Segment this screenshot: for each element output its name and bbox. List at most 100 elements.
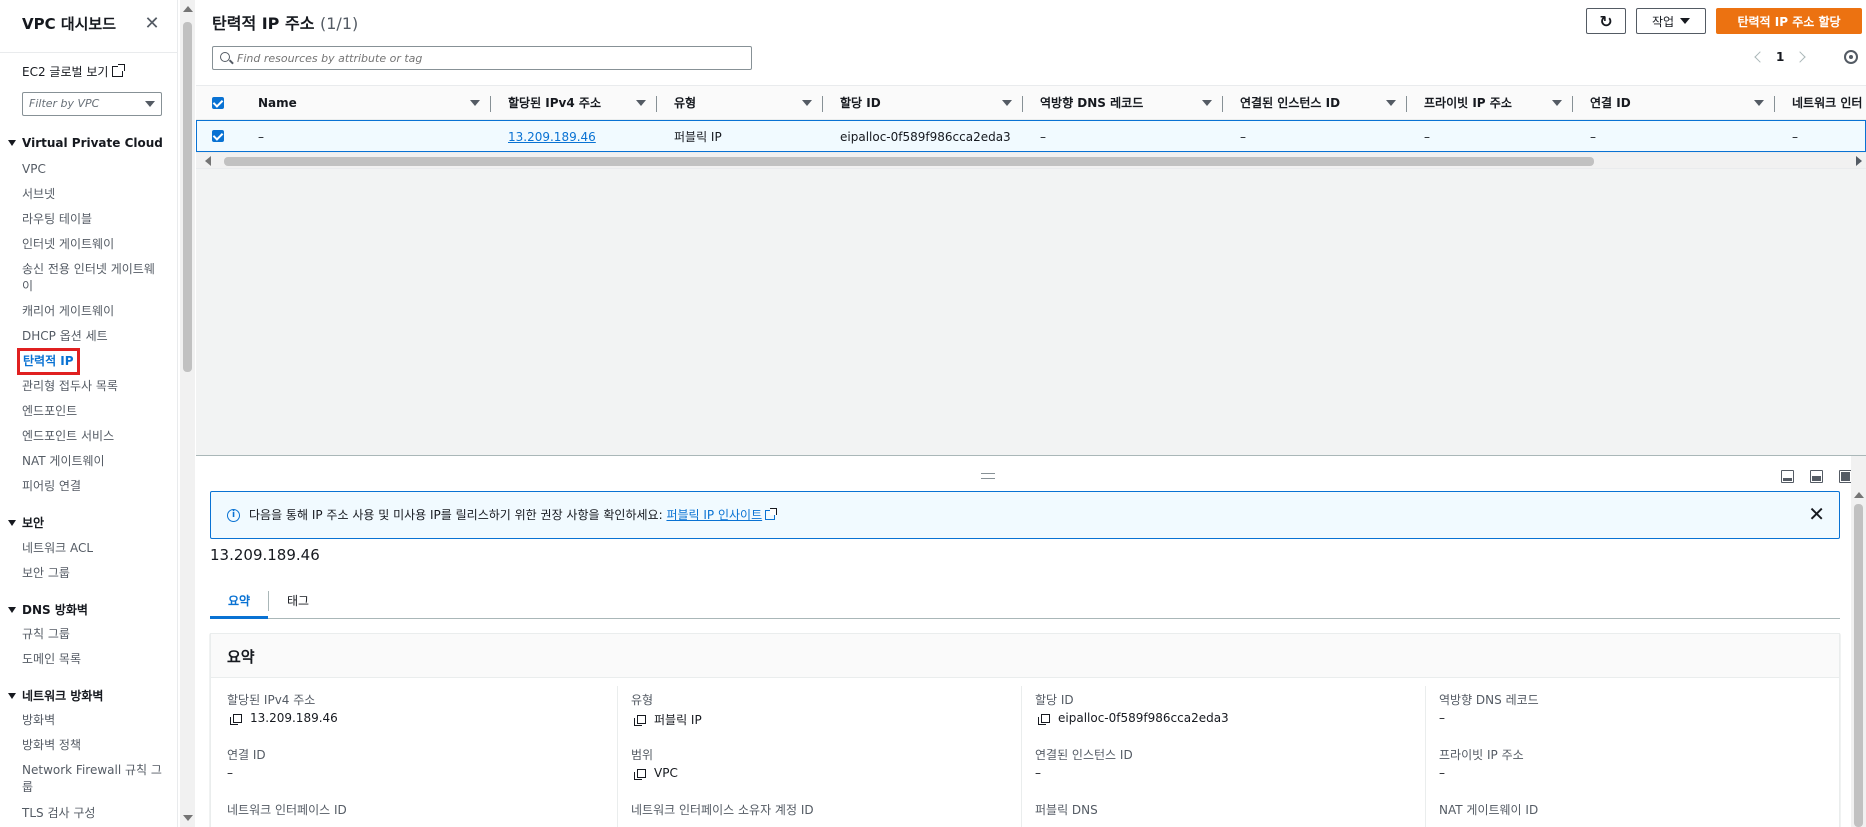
sidebar-item-nfw-rule-groups[interactable]: Network Firewall 규칙 그룹 <box>22 762 162 796</box>
sidebar-item-elastic-ips[interactable]: 탄력적 IP <box>17 348 80 375</box>
section-network-firewall[interactable]: 네트워크 방화벽 <box>8 687 103 704</box>
sidebar-item-carrier-gateways[interactable]: 캐리어 게이트웨이 <box>22 303 162 320</box>
cell-allocated-ipv4-link[interactable]: 13.209.189.46 <box>508 129 596 145</box>
page-number[interactable]: 1 <box>1776 50 1784 64</box>
column-header-private-ip[interactable]: 프라이빗 IP 주소 <box>1424 94 1512 112</box>
chevron-left-icon[interactable] <box>1754 51 1766 63</box>
sort-icon[interactable] <box>1552 100 1562 106</box>
public-ip-insights-link[interactable]: 퍼블릭 IP 인사이트 <box>666 508 778 522</box>
column-separator[interactable] <box>1222 96 1223 112</box>
search-input[interactable] <box>237 49 737 67</box>
section-vpc[interactable]: Virtual Private Cloud <box>8 136 163 150</box>
allocate-elastic-ip-button[interactable]: 탄력적 IP 주소 할당 <box>1716 8 1862 34</box>
sidebar-item-tls-inspection[interactable]: TLS 검사 구성 <box>22 805 162 822</box>
sidebar-item-prefix-lists[interactable]: 관리형 접두사 목록 <box>22 378 162 395</box>
field-label-allocated-ipv4: 할당된 IPv4 주소 <box>227 693 316 707</box>
sidebar-scrollbar[interactable] <box>180 0 195 827</box>
refresh-button[interactable]: ↻ <box>1586 8 1626 34</box>
column-header-name[interactable]: Name <box>258 94 297 112</box>
column-header-reverse-dns[interactable]: 역방향 DNS 레코드 <box>1040 94 1143 112</box>
scroll-up-icon[interactable] <box>183 6 193 12</box>
sort-icon[interactable] <box>1002 100 1012 106</box>
column-header-network-interface[interactable]: 네트워크 인터 <box>1792 94 1866 112</box>
close-icon[interactable]: ✕ <box>1808 502 1825 526</box>
section-dns-firewall[interactable]: DNS 방화벽 <box>8 601 88 618</box>
drag-handle-icon[interactable] <box>981 473 995 479</box>
details-scrollbar[interactable] <box>1851 456 1866 827</box>
caret-down-icon <box>145 101 155 107</box>
sidebar-item-nat-gateways[interactable]: NAT 게이트웨이 <box>22 453 162 470</box>
scroll-thumb[interactable] <box>1854 504 1863 827</box>
column-label: 연결 ID <box>1590 96 1631 110</box>
cell-instance-id: – <box>1240 130 1246 144</box>
sort-icon[interactable] <box>1386 100 1396 106</box>
sidebar-item-network-acl[interactable]: 네트워크 ACL <box>22 540 162 557</box>
copy-icon[interactable] <box>230 713 242 725</box>
column-header-allocation-id[interactable]: 할당 ID <box>840 94 881 112</box>
sort-icon[interactable] <box>470 100 480 106</box>
caret-down-icon <box>8 606 16 613</box>
chevron-right-icon[interactable] <box>1794 51 1807 63</box>
column-separator[interactable] <box>1774 96 1775 112</box>
copy-icon[interactable] <box>1038 713 1050 725</box>
close-icon[interactable]: ✕ <box>142 12 162 36</box>
column-separator[interactable] <box>1022 96 1023 112</box>
sidebar-item-endpoints[interactable]: 엔드포인트 <box>22 403 162 420</box>
sort-icon[interactable] <box>802 100 812 106</box>
caret-down-icon <box>8 519 16 526</box>
banner-text: 다음을 통해 IP 주소 사용 및 미사용 IP를 릴리스하기 위한 권장 사항… <box>249 507 778 523</box>
scroll-thumb[interactable] <box>224 157 1594 166</box>
row-checkbox[interactable] <box>212 130 224 142</box>
sidebar-item-security-groups[interactable]: 보안 그룹 <box>22 565 162 582</box>
sort-icon[interactable] <box>636 100 646 106</box>
value-text: 퍼블릭 IP <box>654 713 702 727</box>
column-separator[interactable] <box>1406 96 1407 112</box>
sort-icon[interactable] <box>1754 100 1764 106</box>
select-all-checkbox[interactable] <box>212 97 224 109</box>
sidebar-title[interactable]: VPC 대시보드 <box>22 12 162 36</box>
sidebar-item-subnets[interactable]: 서브넷 <box>22 186 162 203</box>
sidebar-item-dhcp-options[interactable]: DHCP 옵션 세트 <box>22 328 162 345</box>
horizontal-scrollbar[interactable] <box>196 152 1866 169</box>
scroll-down-icon[interactable] <box>183 815 193 821</box>
field-label-reverse-dns: 역방향 DNS 레코드 <box>1439 693 1539 707</box>
scroll-up-icon[interactable] <box>1854 492 1864 498</box>
column-header-association-id[interactable]: 연결 ID <box>1590 94 1631 112</box>
sidebar-item-internet-gateways[interactable]: 인터넷 게이트웨이 <box>22 236 162 253</box>
column-header-instance-id[interactable]: 연결된 인스턴스 ID <box>1240 94 1340 112</box>
filter-by-vpc-select[interactable]: Filter by VPC <box>22 92 162 116</box>
column-header-type[interactable]: 유형 <box>674 94 696 112</box>
copy-icon[interactable] <box>634 768 646 780</box>
column-separator[interactable] <box>656 96 657 112</box>
column-separator[interactable] <box>1572 96 1573 112</box>
tab-summary[interactable]: 요약 <box>210 583 269 619</box>
sidebar-item-rule-groups[interactable]: 규칙 그룹 <box>22 626 162 643</box>
scroll-left-icon[interactable] <box>205 156 211 166</box>
copy-icon[interactable] <box>634 715 646 726</box>
sidebar-item-egress-only-igw[interactable]: 송신 전용 인터넷 게이트웨이 <box>22 261 162 295</box>
sidebar-item-firewall-policies[interactable]: 방화벽 정책 <box>22 737 162 754</box>
scroll-thumb[interactable] <box>183 22 192 372</box>
value-text: VPC <box>654 766 678 780</box>
sidebar-item-domain-lists[interactable]: 도메인 목록 <box>22 651 162 668</box>
section-title: 네트워크 방화벽 <box>22 689 104 703</box>
sidebar-item-route-tables[interactable]: 라우팅 테이블 <box>22 211 162 228</box>
ec2-global-view-link[interactable]: EC2 글로벌 보기 <box>22 63 126 80</box>
value-text: 13.209.189.46 <box>250 711 338 725</box>
column-header-allocated-ipv4[interactable]: 할당된 IPv4 주소 <box>508 94 601 112</box>
panel-side-icon[interactable] <box>1810 470 1823 483</box>
tab-tags[interactable]: 태그 <box>269 583 327 619</box>
column-separator[interactable] <box>822 96 823 112</box>
sidebar-item-peering[interactable]: 피어링 연결 <box>22 478 162 495</box>
sidebar-item-firewalls[interactable]: 방화벽 <box>22 712 162 729</box>
sidebar-item-endpoint-services[interactable]: 엔드포인트 서비스 <box>22 428 162 445</box>
table-row[interactable]: – 13.209.189.46 퍼블릭 IP eipalloc-0f589f98… <box>196 120 1866 152</box>
panel-bottom-icon[interactable] <box>1781 470 1794 483</box>
sidebar-item-vpc[interactable]: VPC <box>22 161 162 178</box>
actions-dropdown-button[interactable]: 작업 <box>1636 8 1706 34</box>
column-separator[interactable] <box>490 96 491 112</box>
section-security[interactable]: 보안 <box>8 514 44 531</box>
scroll-right-icon[interactable] <box>1856 156 1862 166</box>
sort-icon[interactable] <box>1202 100 1212 106</box>
gear-icon[interactable] <box>1844 50 1858 64</box>
